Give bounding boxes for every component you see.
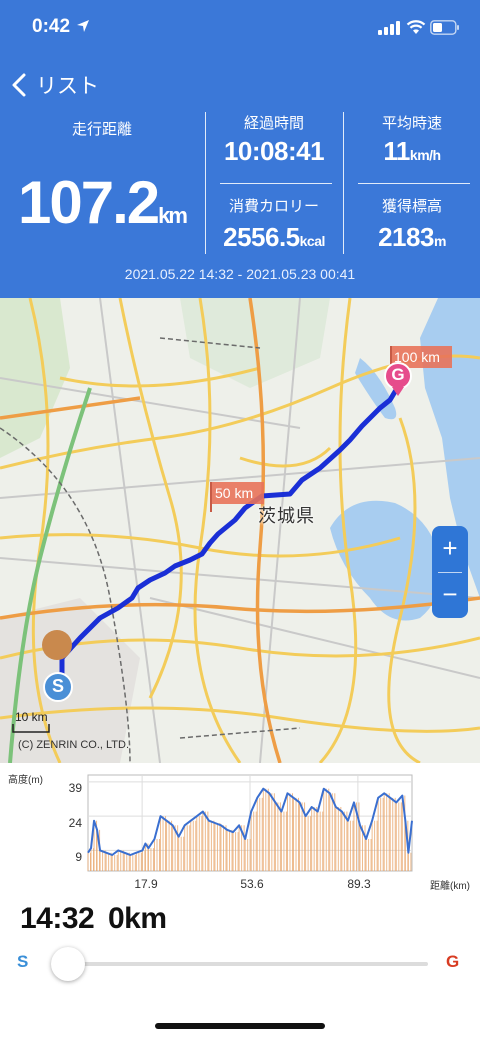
status-bar: 0:42 xyxy=(0,0,480,56)
location-arrow-icon xyxy=(77,20,89,32)
avg-speed-value: 11km/h xyxy=(383,136,441,167)
start-pin-label: S xyxy=(51,676,64,696)
current-position-marker-icon xyxy=(42,630,72,660)
elevation-gain-unit: m xyxy=(433,233,446,249)
calories-unit: kcal xyxy=(299,233,326,249)
distance-unit: km xyxy=(158,203,188,228)
slider-start-label: S xyxy=(17,952,29,971)
zoom-in-button[interactable]: + xyxy=(432,526,468,572)
elevation-chart[interactable]: 高度(m) 距離(km) 39 24 9 17.9 53.6 89.3 xyxy=(0,763,480,898)
home-indicator xyxy=(155,1023,325,1029)
status-time: 0:42 xyxy=(32,16,71,37)
avg-speed-label: 平均時速 xyxy=(381,115,443,132)
elevation-plot xyxy=(87,774,413,872)
distance-label: 走行距離 xyxy=(71,121,133,138)
avg-speed-unit: km/h xyxy=(409,147,441,163)
elapsed-value: 10:08:41 xyxy=(223,136,325,166)
position-time: 14:32 xyxy=(20,902,95,935)
position-slider-track[interactable] xyxy=(68,962,428,966)
divider xyxy=(220,183,332,184)
battery-icon xyxy=(430,20,459,35)
map-copyright: (C) ZENRIN CO., LTD. xyxy=(18,739,130,751)
elevation-gain-value: 2183m xyxy=(378,222,446,253)
wifi-icon xyxy=(406,20,426,34)
goal-pin-label: G xyxy=(391,365,405,384)
calories-number: 2556.5 xyxy=(223,222,300,252)
divider xyxy=(358,183,470,184)
route-map[interactable]: 茨城県 100 km G 50 km S + − 10 km (C) ZENRI… xyxy=(0,298,480,763)
date-range: 2021.05.22 14:32 - 2021.05.23 00:41 xyxy=(124,266,356,282)
ride-detail-screen: 0:42 リスト 走行距離 107.2km 経過時間 10:08:41 平均時速… xyxy=(0,0,480,1039)
zoom-out-button[interactable]: − xyxy=(432,572,468,618)
calories-value: 2556.5kcal xyxy=(223,222,325,253)
divider xyxy=(205,112,206,254)
distance-number: 107.2 xyxy=(18,169,160,236)
scale-bar-icon xyxy=(12,724,50,733)
distance-value: 107.2km xyxy=(18,168,188,237)
elevation-gain-label: 獲得標高 xyxy=(381,198,443,215)
elevation-gain-number: 2183 xyxy=(378,222,434,252)
back-button[interactable]: リスト xyxy=(10,70,99,100)
chevron-left-icon xyxy=(12,73,26,97)
divider xyxy=(343,112,344,254)
position-slider-thumb[interactable] xyxy=(51,947,85,981)
slider-goal-label: G xyxy=(446,952,460,971)
elapsed-label: 経過時間 xyxy=(243,115,305,132)
avg-speed-number: 11 xyxy=(383,136,410,166)
stats-header: 0:42 リスト 走行距離 107.2km 経過時間 10:08:41 平均時速… xyxy=(0,0,480,298)
zoom-control: + − xyxy=(432,526,468,618)
calories-label: 消費カロリー xyxy=(228,198,320,215)
cellular-signal-icon xyxy=(378,21,400,35)
back-label: リスト xyxy=(36,75,99,98)
position-distance: 0km xyxy=(108,902,167,935)
map-scale-label: 10 km xyxy=(15,710,48,724)
marker-50km-label: 50 km xyxy=(215,485,254,501)
